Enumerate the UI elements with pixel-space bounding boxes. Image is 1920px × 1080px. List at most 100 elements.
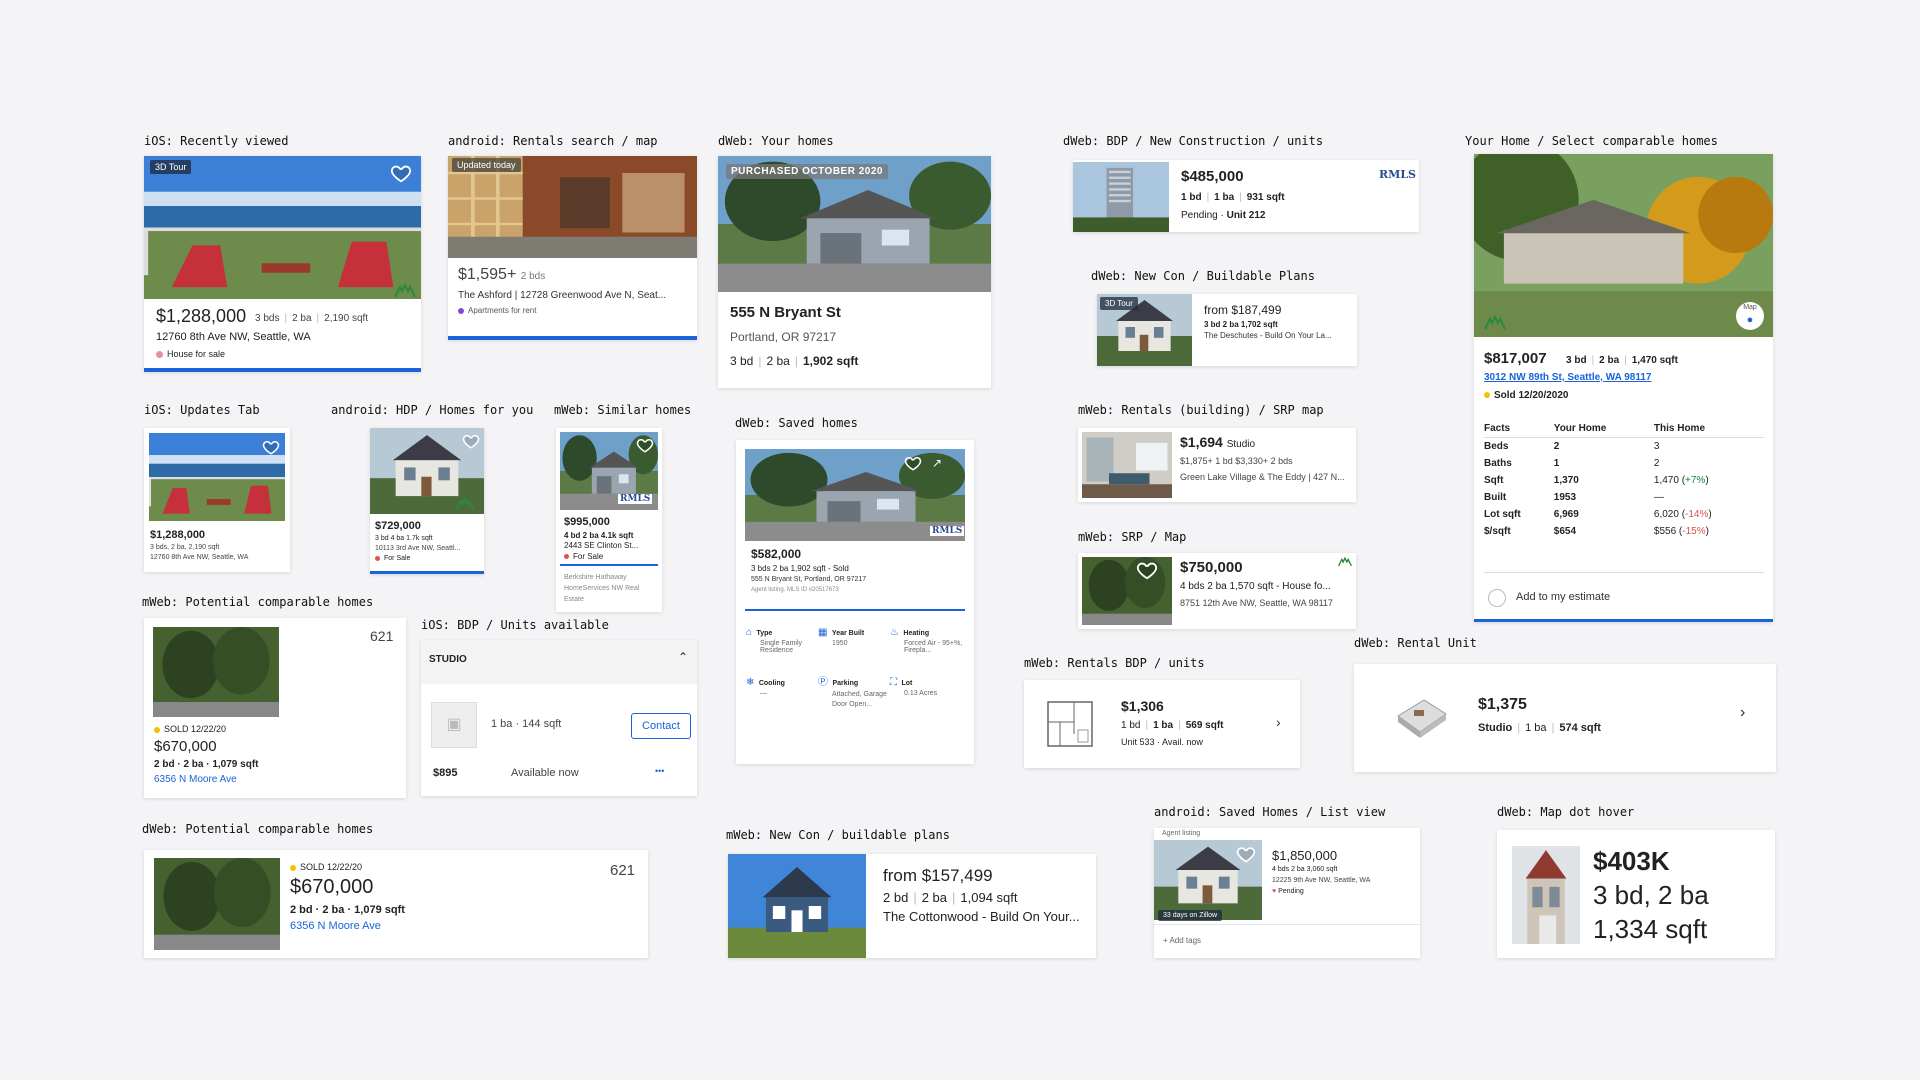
label-ios-units: iOS: BDP / Units available — [421, 618, 609, 632]
heart-icon[interactable] — [262, 438, 280, 456]
label-android-rentals: android: Rentals search / map — [448, 134, 658, 148]
parking-icon: Ⓟ — [818, 677, 828, 688]
add-estimate-label[interactable]: Add to my estimate — [1516, 591, 1610, 603]
listing-photo — [154, 858, 280, 950]
price: $1,694 Studio — [1180, 434, 1256, 450]
heart-icon[interactable] — [1236, 844, 1256, 864]
facts: Studio | 1 ba | 574 sqft — [1478, 722, 1601, 734]
detail-cooling: ❄ Cooling — — [746, 677, 785, 697]
detail-type: ⌂ Type Single Family Residence — [746, 627, 803, 654]
label-mweb-rentals-srp: mWeb: Rentals (building) / SRP map — [1078, 403, 1324, 417]
price: $1,595+ 2 bds — [458, 266, 546, 283]
match-count: 621 — [610, 862, 636, 879]
chevron-right-icon[interactable]: › — [1276, 714, 1281, 730]
3d-tour-badge: 3D Tour — [1100, 297, 1138, 310]
3d-tour-badge: 3D Tour — [150, 160, 192, 174]
add-tags-button[interactable]: + Add tags — [1163, 936, 1201, 945]
heart-icon[interactable] — [1136, 559, 1158, 581]
mweb-potential-card[interactable]: 621 SOLD 12/22/20 $670,000 2 bd · 2 ba ·… — [144, 618, 406, 798]
heart-icon[interactable] — [904, 454, 922, 472]
dweb-rental-unit-card[interactable]: $1,375 Studio | 1 ba | 574 sqft › — [1354, 664, 1776, 772]
android-saved-card[interactable]: Agent listing 33 days on Zillow $1,850,0… — [1154, 828, 1420, 958]
dweb-newcon-card[interactable]: 3D Tour from $187,499 3 bd 2 ba 1,702 sq… — [1097, 294, 1357, 366]
heating-icon: ♨ — [890, 627, 899, 638]
ios-units-card[interactable]: STUDIO ⌃ ▣ 1 ba · 144 sqft Contact $895 … — [421, 640, 697, 796]
status: Apartments for rent — [458, 306, 536, 315]
facts-row: Sqft 1,370 1,470 (+7%) — [1484, 475, 1709, 486]
label-mweb-similar: mWeb: Similar homes — [554, 403, 692, 417]
dweb-bdp-card[interactable]: $485,000 1 bd | 1 ba | 931 sqft Pending · Un… — [1073, 160, 1419, 232]
your-home-card[interactable]: Map ● $817,007 3 bd | 2 ba | 1,470 sqft 3012 … — [1474, 154, 1773, 622]
listing-photo — [1512, 846, 1580, 944]
address: 12760 8th Ave NW, Seattle, WA — [150, 554, 249, 561]
facts-row: Lot sqft 6,969 6,020 (-14%) — [1484, 509, 1712, 520]
mweb-similar-card[interactable]: RMLS $995,000 4 bd 2 ba 4.1k sqft 2443 S… — [556, 428, 662, 612]
heart-icon[interactable] — [462, 432, 480, 450]
status: House for sale — [156, 349, 225, 359]
mweb-newcon-card[interactable]: from $157,499 2 bd | 2 ba | 1,094 sqft The C… — [728, 854, 1096, 958]
share-icon[interactable]: ↗ — [932, 456, 942, 470]
facts: 1 bd | 1 ba | 931 sqft — [1181, 192, 1285, 203]
price: $670,000 — [154, 738, 217, 755]
dweb-map-hover-card[interactable]: $403K 3 bd, 2 ba 1,334 sqft — [1497, 830, 1775, 958]
address: 12225 9th Ave NW, Seattle, WA — [1272, 877, 1371, 884]
label-dweb-map: dWeb: Map dot hover — [1497, 805, 1635, 819]
facts: 3 bd 2 ba 1,702 sqft — [1204, 320, 1278, 329]
android-hdp-card[interactable]: $729,000 3 bd 4 ba 1.7k sqft 10113 3rd A… — [370, 428, 484, 574]
chevron-up-icon[interactable]: ⌃ — [678, 650, 688, 664]
address-link[interactable]: 6356 N Moore Ave — [290, 920, 381, 932]
agent-listing: Agent listing — [1162, 830, 1201, 837]
rmls-logo: RMLS — [618, 494, 653, 504]
detail-heating: ♨ Heating Forced Air - 95+%, Firepla... — [890, 627, 963, 654]
facts-row: Beds 2 3 — [1484, 441, 1660, 452]
more-icon[interactable]: ••• — [655, 766, 664, 776]
dweb-homes-card[interactable]: PURCHASED OCTOBER 2020 555 N Bryant St P… — [718, 156, 991, 388]
ios-updates-card[interactable]: $1,288,000 3 bds, 2 ba, 2,190 sqft 12760… — [144, 428, 290, 572]
price: $817,007 — [1484, 350, 1547, 367]
price: from $157,499 — [883, 866, 993, 885]
building-name: Green Lake Village & The Eddy | 427 N... — [1180, 472, 1345, 482]
sqft: 1,334 sqft — [1593, 914, 1708, 944]
mweb-srp-card[interactable]: $750,000 4 bds 2 ba 1,570 sqft - House f… — [1078, 553, 1356, 629]
label-dweb-bdp: dWeb: BDP / New Construction / units — [1063, 134, 1324, 148]
chevron-right-icon[interactable]: › — [1740, 704, 1745, 722]
add-estimate-radio[interactable] — [1488, 589, 1506, 607]
ios-recent-card[interactable]: 3D Tour $1,288,000 3 bds | 2 ba | 2,190 sqft… — [144, 156, 421, 372]
dweb-saved-card[interactable]: ↗ RMLS $582,000 3 bds 2 ba 1,902 sqft - … — [736, 440, 974, 764]
label-android-hdp: android: HDP / Homes for you — [331, 403, 534, 417]
facts-table: Facts Your Home This Home Beds 2 3 Baths 1 2 S… — [1484, 420, 1764, 540]
address: The Ashford | 12728 Greenwood Ave N, Sea… — [458, 290, 667, 301]
detail-parking: Ⓟ Parking Attached, Garage Door Open... — [818, 677, 887, 708]
map-button[interactable]: Map ● — [1736, 302, 1764, 330]
label-dweb-homes: dWeb: Your homes — [718, 134, 834, 148]
listing-photo — [153, 627, 279, 717]
price: $1,306 — [1121, 698, 1164, 714]
address: 12760 8th Ave NW, Seattle, WA — [156, 331, 311, 343]
heart-icon[interactable] — [636, 436, 654, 454]
price: from $187,499 — [1204, 303, 1282, 317]
sold-status: SOLD 12/22/20 — [290, 862, 362, 872]
dweb-potential-card[interactable]: SOLD 12/22/20 $670,000 2 bd · 2 ba · 1,0… — [144, 850, 648, 958]
facts: 3 bds | 2 ba | 2,190 sqft — [255, 313, 369, 324]
facts: 3 bds 2 ba 1,902 sqft - Sold — [751, 564, 849, 573]
android-rentals-card[interactable]: Updated today $1,595+ 2 bds The Ashford … — [448, 156, 697, 340]
listing-photo — [1474, 154, 1773, 337]
address-link[interactable]: 3012 NW 89th St, Seattle, WA 98117 — [1484, 372, 1651, 383]
heart-status-icon: ♥ — [1272, 888, 1277, 895]
mweb-rentals-bdp-card[interactable]: $1,306 1 bd | 1 ba | 569 sqft Unit 533 · Ava… — [1024, 680, 1300, 768]
unit-avail: Unit 533 · Avail. now — [1121, 737, 1203, 747]
facts-row: Baths 1 2 — [1484, 458, 1660, 469]
plan-name: The Deschutes - Build On Your La... — [1204, 331, 1332, 340]
price: $670,000 — [290, 876, 374, 898]
label-ios-updates: iOS: Updates Tab — [144, 403, 260, 417]
listing-photo — [1073, 162, 1169, 232]
facts-row: $/sqft $654 $556 (-15%) — [1484, 526, 1709, 537]
rmls-logo: RMLS — [930, 526, 965, 536]
contact-button[interactable]: Contact — [631, 713, 691, 739]
mweb-rentals-srp-card[interactable]: $1,694 Studio $1,875+ 1 bd $3,330+ 2 bds… — [1078, 428, 1356, 502]
heart-icon[interactable] — [390, 162, 412, 184]
address-link[interactable]: 6356 N Moore Ave — [154, 774, 237, 785]
purchased-badge: PURCHASED OCTOBER 2020 — [726, 164, 888, 179]
label-mweb-srp: mWeb: SRP / Map — [1078, 530, 1187, 544]
status: For Sale — [564, 552, 603, 561]
